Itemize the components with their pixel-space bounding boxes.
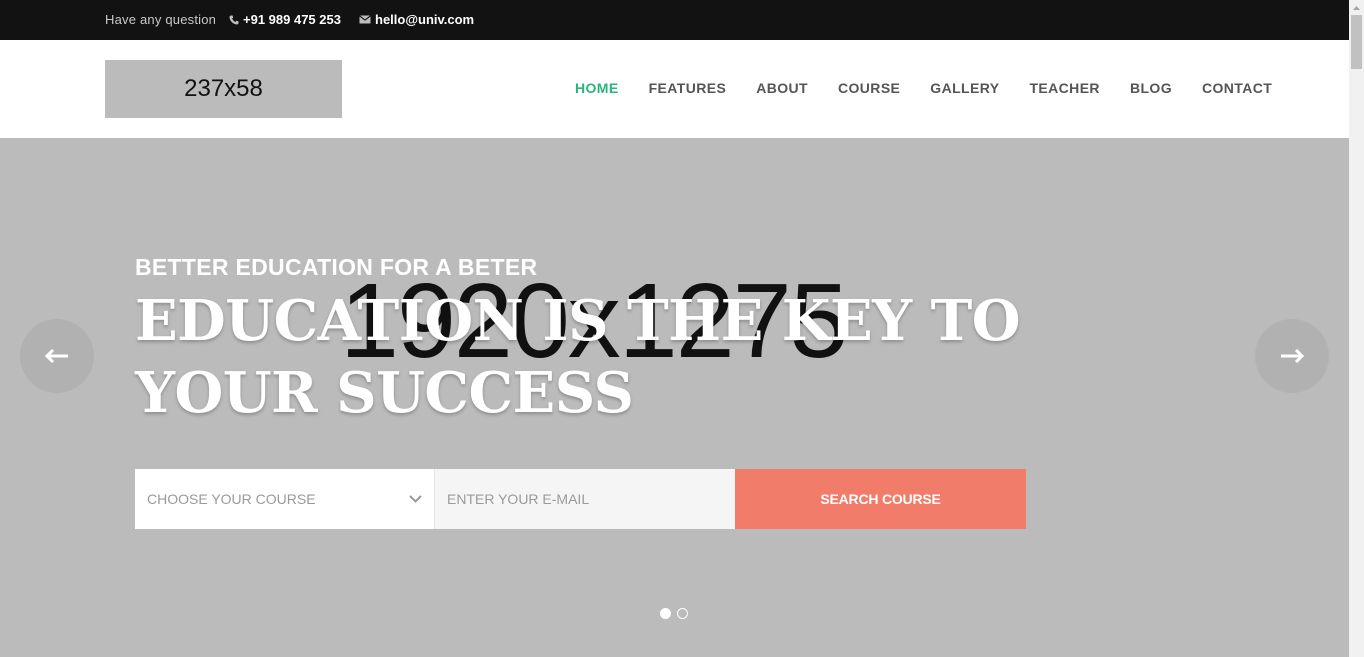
main-nav: HOME FEATURES ABOUT COURSE GALLERY TEACH…	[575, 80, 1302, 96]
page-scrollbar[interactable]	[1349, 0, 1364, 657]
chevron-down-icon	[409, 495, 422, 503]
slide-dot-2[interactable]	[677, 608, 688, 619]
slide-dot-1[interactable]	[660, 608, 671, 619]
nav-course[interactable]: COURSE	[838, 80, 900, 96]
phone-number: +91 989 475 253	[243, 12, 341, 27]
nav-about[interactable]: ABOUT	[756, 80, 808, 96]
course-select[interactable]: CHOOSE YOUR COURSE	[135, 469, 435, 529]
search-course-button[interactable]: SEARCH COURSE	[735, 469, 1026, 529]
arrow-right-icon	[1281, 349, 1304, 363]
slider-next-button[interactable]	[1255, 319, 1329, 393]
phone-link[interactable]: +91 989 475 253	[229, 12, 341, 27]
arrow-left-icon	[45, 349, 68, 363]
logo-placeholder[interactable]: 237x58	[105, 60, 342, 118]
nav-teacher[interactable]: TEACHER	[1029, 80, 1099, 96]
nav-home[interactable]: HOME	[575, 80, 619, 96]
envelope-icon	[359, 15, 371, 24]
nav-contact[interactable]: CONTACT	[1202, 80, 1272, 96]
logo-text: 237x58	[184, 75, 263, 102]
hero-headline: EDUCATION IS THE KEY TO YOUR SUCCESS	[135, 288, 1021, 426]
question-label: Have any question	[105, 12, 217, 27]
phone-icon	[229, 15, 239, 24]
slider-prev-button[interactable]	[20, 319, 94, 393]
hero-slider: 1920x1275 BETTER EDUCATION FOR A BETER E…	[0, 138, 1349, 657]
scroll-up-button[interactable]	[1349, 0, 1364, 15]
nav-gallery[interactable]: GALLERY	[930, 80, 999, 96]
nav-features[interactable]: FEATURES	[649, 80, 727, 96]
hero-eyebrow: BETTER EDUCATION FOR A BETER	[135, 254, 538, 280]
email-input[interactable]	[435, 469, 735, 529]
triangle-up-icon	[1353, 5, 1360, 10]
scroll-thumb[interactable]	[1351, 15, 1362, 69]
top-bar: Have any question +91 989 475 253 hello@…	[0, 0, 1349, 40]
course-select-value: CHOOSE YOUR COURSE	[147, 491, 316, 507]
email-address: hello@univ.com	[375, 12, 475, 27]
course-search-form: CHOOSE YOUR COURSE SEARCH COURSE	[135, 469, 1026, 529]
slider-pagination	[660, 608, 688, 619]
site-header: 237x58 HOME FEATURES ABOUT COURSE GALLER…	[0, 40, 1349, 138]
nav-blog[interactable]: BLOG	[1130, 80, 1172, 96]
email-link[interactable]: hello@univ.com	[359, 12, 474, 27]
